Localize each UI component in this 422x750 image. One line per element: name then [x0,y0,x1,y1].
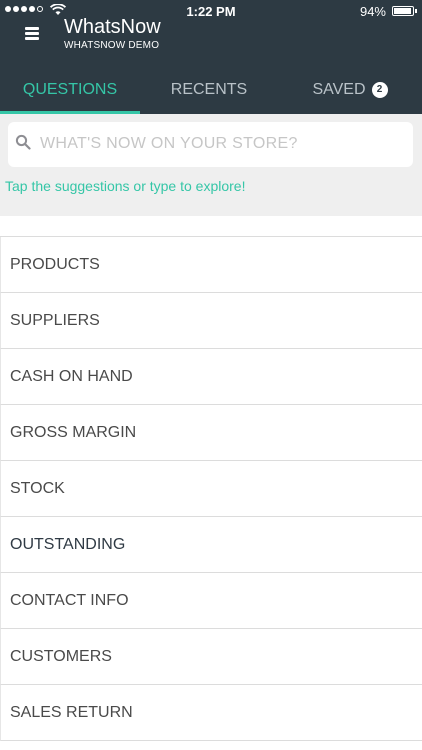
list-top-spacer [0,216,422,237]
app-subtitle: WHATSNOW DEMO [64,40,160,51]
hamburger-menu-icon[interactable] [22,24,44,42]
tab-bar: QUESTIONS RECENTS SAVED 2 [0,66,422,114]
app-header: 1:22 PM 94% WhatsNow WHATSNOW DEMO QUEST… [0,0,422,114]
suggestion-customers[interactable]: CUSTOMERS [0,629,422,685]
search-input[interactable] [40,128,400,160]
tab-recents[interactable]: RECENTS [139,66,279,114]
search-icon [15,134,31,150]
suggestion-stock[interactable]: STOCK [0,461,422,517]
hint-text: Tap the suggestions or type to explore! [5,178,246,194]
tab-recents-label: RECENTS [170,81,248,98]
search-box[interactable] [8,122,413,167]
saved-count-badge: 2 [371,82,388,98]
battery-icon [392,6,417,16]
suggestion-gross-margin[interactable]: GROSS MARGIN [0,405,422,461]
tab-saved-label: SAVED [312,81,366,98]
suggestion-products[interactable]: PRODUCTS [0,237,422,293]
suggestion-contact-info[interactable]: CONTACT INFO [0,573,422,629]
tab-saved[interactable]: SAVED 2 [280,66,420,114]
battery-level [394,8,411,14]
suggestion-list: PRODUCTS SUPPLIERS CASH ON HAND GROSS MA… [0,216,422,750]
suggestion-cash-on-hand[interactable]: CASH ON HAND [0,349,422,405]
app-title: WhatsNow [64,16,161,38]
search-area: Tap the suggestions or type to explore! [0,114,422,216]
suggestion-sales-return[interactable]: SALES RETURN [0,685,422,741]
tab-questions[interactable]: QUESTIONS [0,66,140,114]
battery-percent: 94% [359,4,386,19]
suggestion-outstanding[interactable]: OUTSTANDING [0,517,422,573]
suggestion-suppliers[interactable]: SUPPLIERS [0,293,422,349]
tab-questions-label: QUESTIONS [22,81,118,98]
